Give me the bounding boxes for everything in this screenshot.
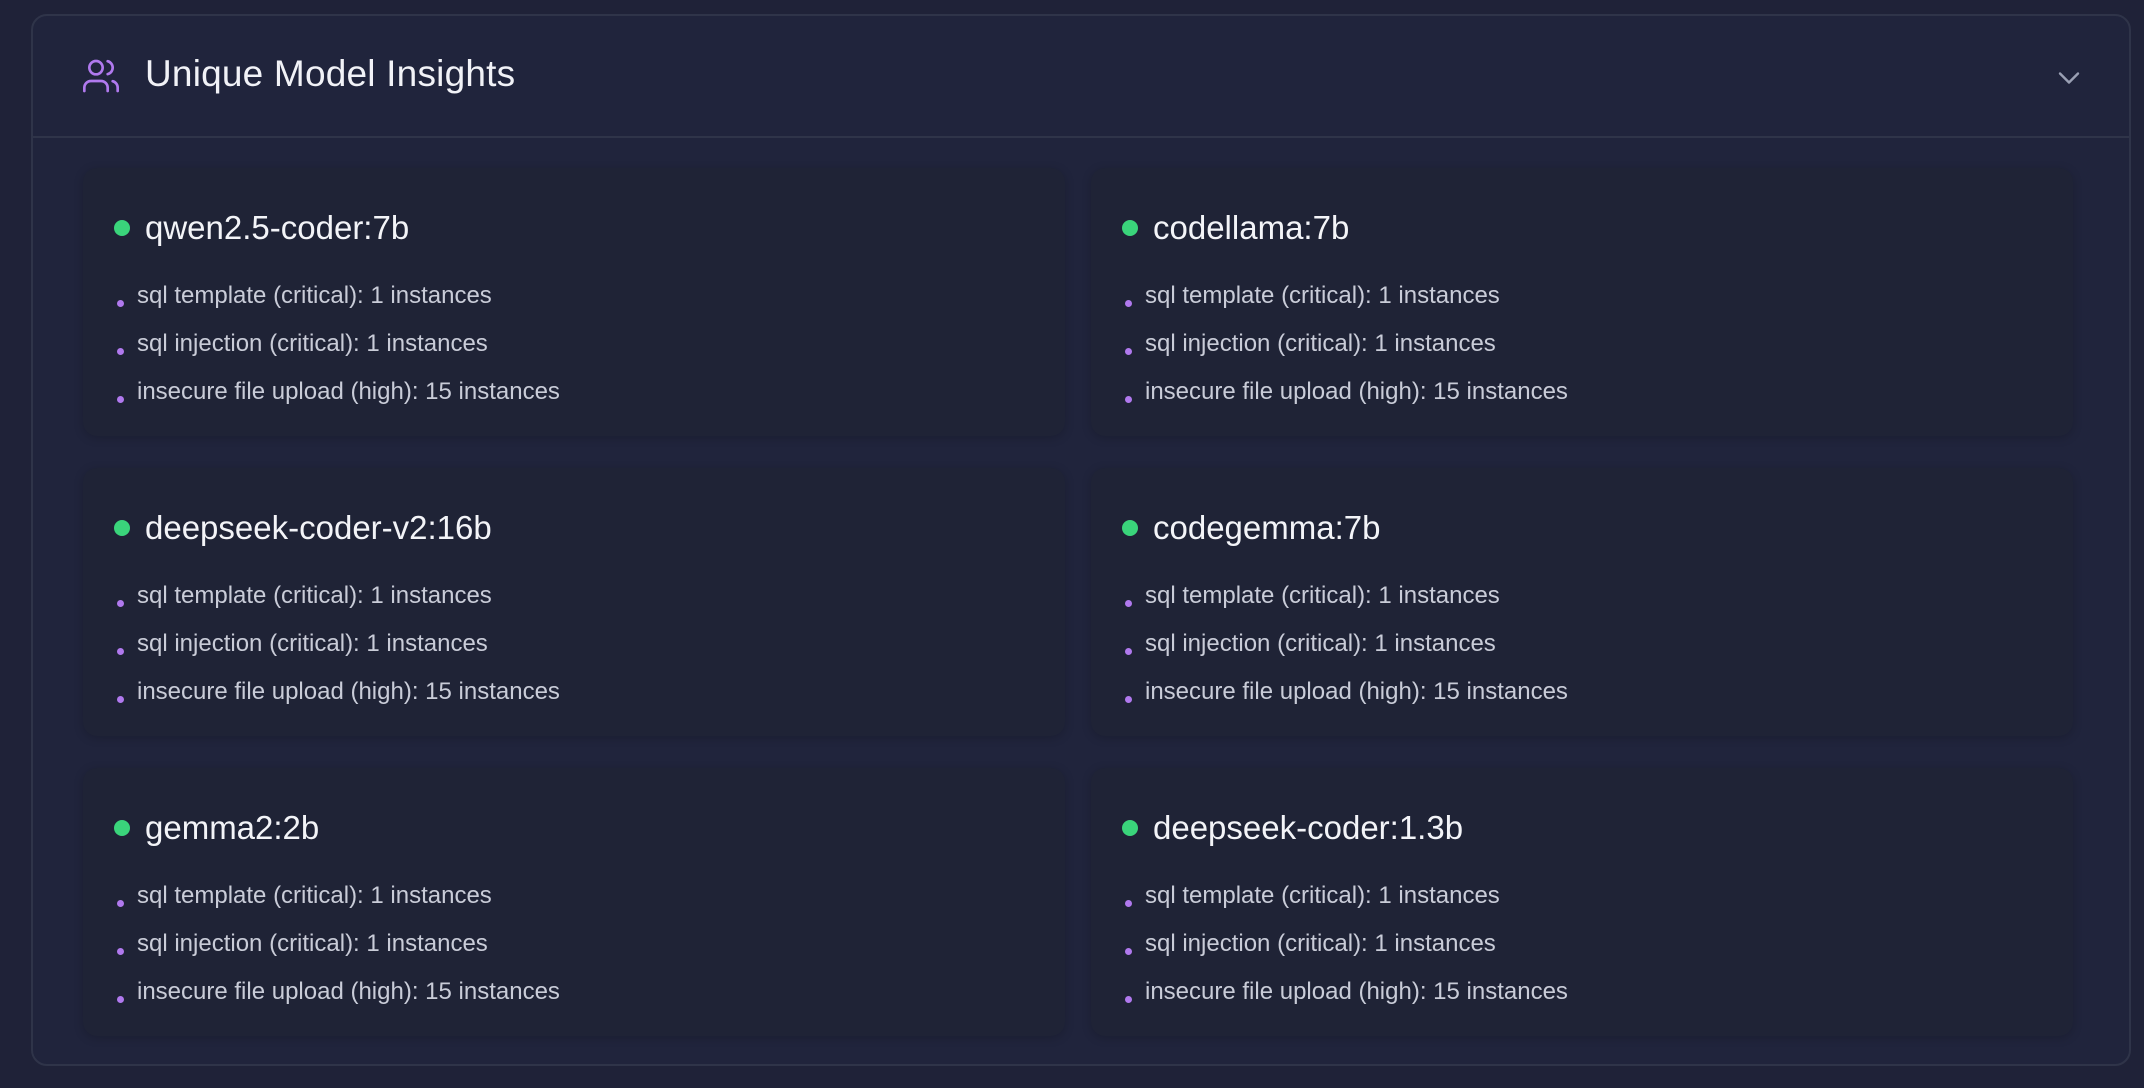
bullet-dot bbox=[117, 696, 124, 703]
insight-text: sql template (critical): 1 instances bbox=[137, 582, 492, 609]
model-insights-grid: qwen2.5-coder:7b sql template (critical)… bbox=[83, 168, 2073, 1036]
panel-title: Unique Model Insights bbox=[145, 53, 516, 94]
model-card: deepseek-coder-v2:16b sql template (crit… bbox=[83, 468, 1065, 736]
bullet-dot bbox=[117, 348, 124, 355]
panel-header[interactable]: Unique Model Insights bbox=[33, 16, 2129, 138]
bullet-dot bbox=[1125, 348, 1132, 355]
model-card: codegemma:7b sql template (critical): 1 … bbox=[1091, 468, 2073, 736]
model-name: deepseek-coder-v2:16b bbox=[145, 509, 492, 546]
insight-text: insecure file upload (high): 15 instance… bbox=[137, 378, 560, 405]
status-dot bbox=[1122, 520, 1138, 536]
model-name: deepseek-coder:1.3b bbox=[1153, 809, 1464, 846]
bullet-dot bbox=[117, 600, 124, 607]
model-card: deepseek-coder:1.3b sql template (critic… bbox=[1091, 768, 2073, 1036]
bullet-dot bbox=[1125, 648, 1132, 655]
bullet-dot bbox=[117, 996, 124, 1003]
bullet-dot bbox=[1125, 948, 1132, 955]
bullet-dot bbox=[1125, 900, 1132, 907]
bullet-dot bbox=[117, 900, 124, 907]
insight-text: sql injection (critical): 1 instances bbox=[137, 930, 488, 957]
model-card: codellama:7b sql template (critical): 1 … bbox=[1091, 168, 2073, 436]
insight-text: insecure file upload (high): 15 instance… bbox=[137, 678, 560, 705]
bullet-dot bbox=[1125, 300, 1132, 307]
bullet-dot bbox=[117, 648, 124, 655]
insight-text: sql template (critical): 1 instances bbox=[137, 882, 492, 909]
bullet-dot bbox=[1125, 996, 1132, 1003]
insight-text: insecure file upload (high): 15 instance… bbox=[1145, 978, 1568, 1005]
model-name: qwen2.5-coder:7b bbox=[145, 209, 410, 246]
model-name: gemma2:2b bbox=[145, 809, 320, 846]
status-dot bbox=[1122, 820, 1138, 836]
bullet-dot bbox=[117, 948, 124, 955]
bullet-dot bbox=[1125, 600, 1132, 607]
insight-text: insecure file upload (high): 15 instance… bbox=[1145, 678, 1568, 705]
insight-text: sql injection (critical): 1 instances bbox=[137, 330, 488, 357]
status-dot bbox=[114, 820, 130, 836]
unique-model-insights-panel: Unique Model Insights qwen2.5-coder:7b s… bbox=[31, 14, 2131, 1066]
insight-text: sql template (critical): 1 instances bbox=[1145, 282, 1500, 309]
model-name: codegemma:7b bbox=[1153, 509, 1381, 546]
status-dot bbox=[114, 220, 130, 236]
bullet-dot bbox=[1125, 696, 1132, 703]
insight-text: sql injection (critical): 1 instances bbox=[1145, 630, 1496, 657]
insight-text: sql injection (critical): 1 instances bbox=[1145, 930, 1496, 957]
model-card: qwen2.5-coder:7b sql template (critical)… bbox=[83, 168, 1065, 436]
insight-text: insecure file upload (high): 15 instance… bbox=[1145, 378, 1568, 405]
bullet-dot bbox=[117, 300, 124, 307]
bullet-dot bbox=[117, 396, 124, 403]
status-dot bbox=[1122, 220, 1138, 236]
insight-text: sql injection (critical): 1 instances bbox=[137, 630, 488, 657]
insight-text: sql injection (critical): 1 instances bbox=[1145, 330, 1496, 357]
chevron-down-icon[interactable] bbox=[2051, 60, 2087, 96]
bullet-dot bbox=[1125, 396, 1132, 403]
insight-text: sql template (critical): 1 instances bbox=[1145, 882, 1500, 909]
status-dot bbox=[114, 520, 130, 536]
insight-text: sql template (critical): 1 instances bbox=[137, 282, 492, 309]
insight-text: insecure file upload (high): 15 instance… bbox=[137, 978, 560, 1005]
model-card: gemma2:2b sql template (critical): 1 ins… bbox=[83, 768, 1065, 1036]
model-name: codellama:7b bbox=[1153, 209, 1350, 246]
users-icon bbox=[81, 56, 121, 96]
insight-text: sql template (critical): 1 instances bbox=[1145, 582, 1500, 609]
